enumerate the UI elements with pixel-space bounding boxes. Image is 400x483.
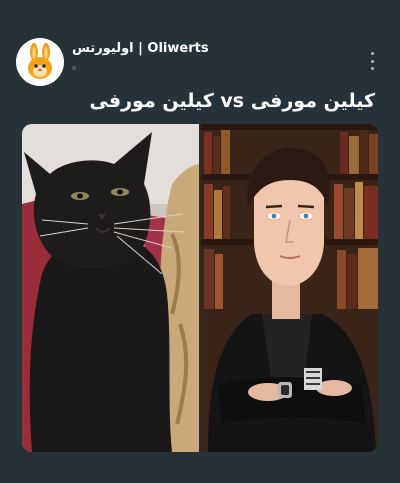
rabbit-avatar-icon [28, 43, 52, 79]
more-vertical-icon[interactable] [364, 52, 380, 70]
meme-image [22, 124, 378, 452]
cat-panel [22, 124, 200, 452]
verified-dot [72, 66, 76, 70]
post-header: اولیورتس | Oliwerts [0, 0, 400, 90]
author-name[interactable]: اولیورتس | Oliwerts [72, 41, 209, 56]
post-caption: کیلین مورفی vs کیلین مورفی [89, 90, 375, 112]
author-avatar[interactable] [16, 38, 64, 86]
post-image[interactable] [22, 124, 378, 452]
man-panel [201, 124, 378, 452]
